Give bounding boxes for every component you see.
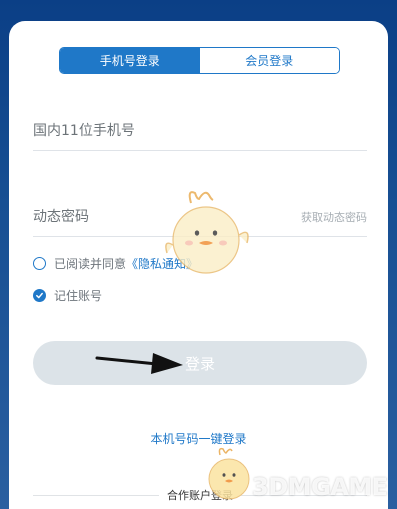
agreement-radio[interactable]	[33, 257, 46, 270]
watermark-logo: 3DMGAME	[252, 473, 388, 501]
tab-phone-login[interactable]: 手机号登录	[60, 48, 200, 73]
check-icon	[36, 292, 43, 299]
agreement-prefix: 已阅读并同意	[54, 257, 127, 271]
one-key-login-link[interactable]: 本机号码一键登录	[9, 430, 388, 447]
phone-input[interactable]	[33, 119, 253, 143]
login-button[interactable]: 登录	[33, 341, 367, 385]
get-code-button[interactable]: 获取动态密码	[301, 209, 367, 225]
login-tabs: 手机号登录 会员登录	[59, 47, 340, 74]
tab-member-login[interactable]: 会员登录	[199, 48, 339, 73]
divider-line-left	[33, 494, 159, 496]
remember-row: 记住账号	[33, 287, 102, 304]
arrow-annotation-icon	[95, 353, 183, 374]
phone-field	[33, 111, 367, 151]
mascot-watermark-icon	[165, 191, 249, 274]
remember-checkbox[interactable]	[33, 289, 46, 302]
watermark-mascot-icon	[208, 447, 250, 500]
remember-label: 记住账号	[54, 289, 103, 303]
